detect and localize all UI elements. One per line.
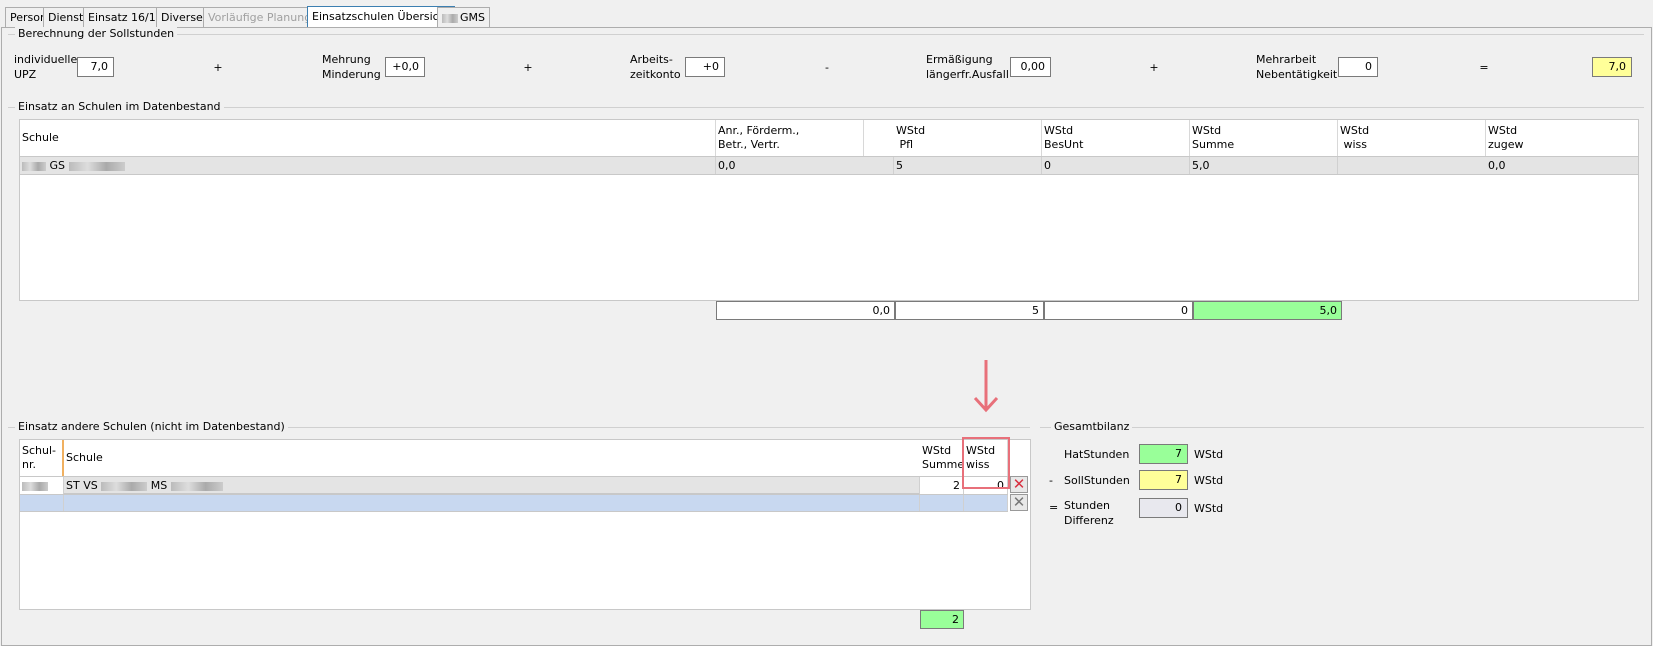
total-wstd-summe: 2 — [920, 610, 964, 629]
column-header-summe[interactable]: WStd Summe — [1190, 120, 1338, 156]
cell-schulnr[interactable] — [20, 477, 64, 494]
tab-gms[interactable]: GMS — [437, 7, 490, 28]
mehrarbeit-field[interactable]: 0 — [1338, 57, 1378, 77]
cell-schule: GS — [20, 157, 716, 174]
group-title-sollstunden: Berechnung der Sollstunden — [15, 27, 178, 40]
cell-wstd-wiss[interactable] — [964, 495, 1008, 511]
differenz-field: 0 — [1139, 498, 1188, 518]
column-header-pfl[interactable]: WStd Pfl — [894, 120, 1042, 156]
differenz-unit: WStd — [1194, 502, 1224, 515]
upz-label: individuelle UPZ — [14, 53, 78, 81]
redacted-text — [442, 14, 458, 23]
group-title-gesamtbilanz: Gesamtbilanz — [1051, 420, 1133, 433]
azk-label: Arbeits-zeitkonto — [630, 53, 681, 81]
upz-field[interactable]: 7,0 — [77, 57, 114, 77]
cell-besunt: 0 — [1042, 157, 1190, 174]
operator-plus: + — [1149, 61, 1159, 74]
azk-field[interactable]: +0 — [685, 57, 725, 77]
mehrung-field[interactable]: +0,0 — [385, 57, 425, 77]
sollstunden-result: 7,0 — [1592, 57, 1632, 77]
operator-minus: - — [825, 61, 829, 74]
delete-row-icon[interactable]: ✕ — [1010, 494, 1028, 511]
column-header-wiss[interactable]: WStd wiss — [1338, 120, 1486, 156]
highlight-box — [962, 437, 1010, 489]
cell-wstd-summe[interactable] — [920, 495, 964, 511]
hatstunden-unit: WStd — [1194, 448, 1224, 461]
differenz-label: Stunden Differenz — [1064, 499, 1114, 527]
operator-equals: = — [1479, 61, 1489, 74]
redacted-text — [101, 481, 148, 491]
ermaessigung-label: Ermäßigung längerfr.Ausfall — [926, 53, 1009, 81]
column-header-besunt[interactable]: WStd BesUnt — [1042, 120, 1190, 156]
operator-plus: + — [213, 61, 223, 74]
tab-vorlaeufige-planung: Vorläufige Planung — [203, 7, 317, 28]
cell-schule: ST VS MS — [64, 477, 920, 494]
column-header-wstd-summe[interactable]: WStd Summe — [920, 440, 964, 476]
group-divider — [8, 107, 1644, 108]
tab-einsatzschulen-uebersicht[interactable]: Einsatzschulen Übersicht — [307, 6, 455, 29]
tab-gms-label: GMS — [460, 11, 485, 24]
delete-row-icon[interactable]: ✕ — [1010, 476, 1028, 493]
hatstunden-label: HatStunden — [1064, 448, 1130, 461]
cell-zugew: 0,0 — [1488, 159, 1506, 172]
total-pfl: 5 — [895, 301, 1044, 320]
table-row[interactable]: ST VS MS 2 0 — [20, 476, 1008, 494]
ermaessigung-field[interactable]: 0,00 — [1010, 57, 1051, 77]
einsatz-bestand-table: Schule Anr., Förderm., Betr., Vertr. WStd… — [19, 119, 1639, 301]
table-row[interactable]: GS 0,0 5 0 5,0 0,0 — [20, 156, 1638, 175]
mehrung-label: Mehrung Minderung — [322, 53, 381, 81]
operator-plus: + — [523, 61, 533, 74]
group-divider — [8, 34, 1644, 35]
column-header-schulnr[interactable]: Schul-nr. — [20, 440, 64, 476]
new-row[interactable] — [20, 494, 1008, 512]
redacted-text — [22, 481, 48, 491]
hatstunden-field: 7 — [1139, 444, 1188, 464]
column-header-schule[interactable]: Schule — [64, 440, 940, 476]
cell-anr: 0,0 — [716, 157, 894, 174]
total-besunt: 0 — [1044, 301, 1193, 320]
cell-wstd-summe[interactable]: 2 — [920, 477, 964, 494]
total-summe: 5,0 — [1193, 301, 1342, 320]
sollstunden-label: SollStunden — [1064, 474, 1130, 487]
redacted-text — [68, 161, 125, 171]
sollstunden-prefix: - — [1049, 474, 1053, 487]
total-anr: 0,0 — [716, 301, 895, 320]
arrow-down-icon — [973, 360, 999, 413]
column-header-anr[interactable]: Anr., Förderm., Betr., Vertr. — [716, 120, 864, 156]
sollstunden-field: 7 — [1139, 470, 1188, 490]
differenz-prefix: = — [1049, 501, 1059, 514]
redacted-text — [170, 481, 223, 491]
cell-summe: 5,0 — [1190, 157, 1338, 174]
tab-dienst[interactable]: Dienst — [43, 7, 89, 28]
redacted-text — [22, 161, 46, 171]
cell-schulnr[interactable] — [20, 495, 64, 511]
einsatz-andere-table: Schul-nr. Schule WStd Summe WStd wiss ST V… — [19, 439, 1031, 610]
cell-schule[interactable] — [64, 495, 920, 511]
cell-pfl: 5 — [894, 157, 1042, 174]
mehrarbeit-label: Mehrarbeit Nebentätigkeit — [1256, 53, 1338, 81]
group-title-einsatz-andere: Einsatz andere Schulen (nicht im Datenbe… — [15, 420, 288, 433]
group-title-einsatz-bestand: Einsatz an Schulen im Datenbestand — [15, 100, 224, 113]
column-header-zugew[interactable]: WStd zugew — [1486, 120, 1638, 156]
sollstunden-unit: WStd — [1194, 474, 1224, 487]
column-header-schule[interactable]: Schule — [20, 120, 716, 156]
